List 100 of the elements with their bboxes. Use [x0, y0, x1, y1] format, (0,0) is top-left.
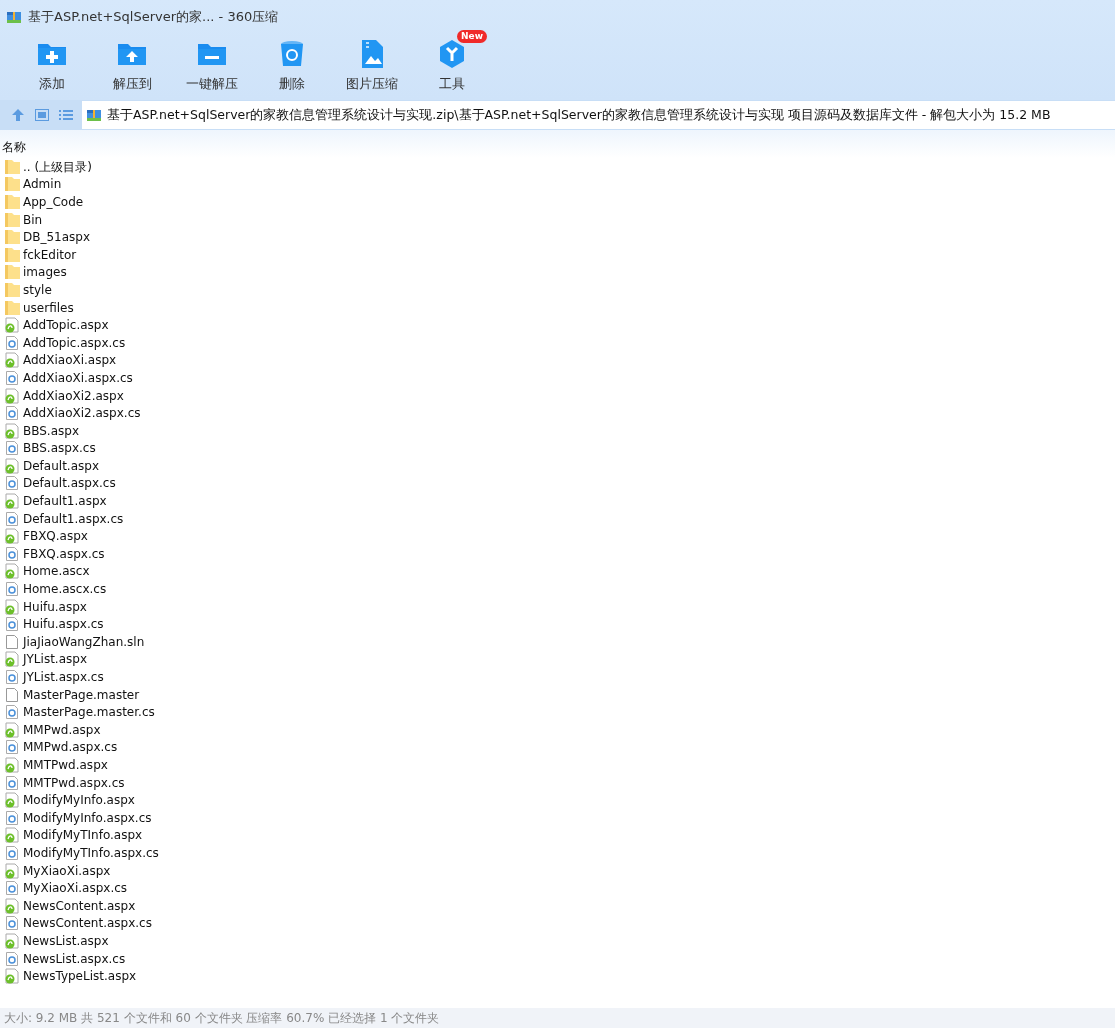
file-name[interactable]: Bin — [23, 210, 43, 229]
file-name[interactable]: MMTPwd.aspx — [23, 756, 108, 774]
toolbar-button[interactable]: 图片压缩 — [332, 38, 412, 94]
file-name[interactable]: images — [23, 263, 67, 282]
code-file-icon — [4, 880, 20, 897]
file-name[interactable]: MMPwd.aspx — [23, 720, 101, 739]
toolbar-button[interactable]: 删除 — [252, 38, 332, 94]
file-name[interactable]: App_Code — [23, 193, 84, 211]
file-name[interactable]: FBXQ.aspx — [23, 527, 88, 546]
toolbar-button[interactable]: 添加 — [12, 38, 92, 94]
file-name[interactable]: DB_51aspx — [23, 228, 91, 247]
file-name[interactable]: NewsContent.aspx.cs — [23, 914, 152, 933]
column-header[interactable]: 名称 — [2, 140, 26, 154]
file-name[interactable]: MasterPage.master — [23, 685, 140, 704]
file-name[interactable]: NewsList.aspx — [23, 931, 109, 950]
file-name[interactable]: Home.ascx — [23, 562, 90, 581]
web-file-icon — [4, 792, 20, 809]
file-name[interactable]: AddXiaoXi2.aspx — [23, 386, 124, 405]
code-file-icon — [4, 739, 20, 756]
file-name[interactable]: MyXiaoXi.aspx.cs — [23, 879, 128, 898]
code-file-icon — [4, 915, 20, 932]
toolbar-button[interactable]: 一键解压 — [172, 38, 252, 94]
file-name[interactable]: .. (上级目录) — [23, 157, 92, 176]
folder-icon — [4, 281, 20, 298]
file-name[interactable]: NewsContent.aspx — [23, 896, 136, 915]
file-name[interactable]: MMTPwd.aspx.cs — [23, 773, 125, 792]
web-file-icon — [4, 598, 20, 615]
code-file-icon — [4, 545, 20, 562]
code-file-icon — [4, 809, 20, 826]
file-name[interactable]: userfiles — [23, 298, 74, 317]
code-file-icon — [4, 334, 20, 351]
file-name[interactable]: AddTopic.aspx.cs — [23, 333, 126, 352]
address-field[interactable]: 基于ASP.net+SqlServer的家教信息管理系统设计与实现.zip\基于ASP.net+SqlServer的家教信息管理系统设计与实现 项目源码及数据库文件 - 解包大小为 15.2 MB — [82, 101, 1115, 129]
code-file-icon — [4, 774, 20, 791]
thumbnail-view-icon[interactable] — [34, 107, 50, 123]
up-arrow-icon[interactable] — [10, 107, 26, 123]
code-file-icon — [4, 405, 20, 422]
file-name[interactable]: Admin — [23, 175, 62, 194]
status-text: 大小: 9.2 MB 共 521 个文件和 60 个文件夹 压缩率 60.7% 已经选择 1 个文件夹 — [4, 1011, 440, 1025]
web-file-icon — [4, 932, 20, 949]
file-name[interactable]: FBXQ.aspx.cs — [23, 544, 105, 563]
file-name[interactable]: MyXiaoXi.aspx — [23, 861, 111, 880]
file-name[interactable]: Huifu.aspx — [23, 597, 87, 616]
archive-icon — [6, 9, 22, 25]
new-badge: New — [457, 30, 487, 43]
folder-icon — [4, 194, 20, 210]
web-file-icon — [4, 563, 20, 580]
file-name[interactable]: JYList.aspx.cs — [23, 668, 104, 686]
file-icon — [4, 633, 20, 650]
code-file-icon — [4, 440, 20, 457]
web-file-icon — [4, 352, 20, 369]
web-file-icon — [4, 422, 20, 439]
web-file-icon — [4, 827, 20, 844]
file-name[interactable]: BBS.aspx.cs — [23, 439, 96, 458]
file-name[interactable]: ModifyMyTInfo.aspx.cs — [23, 843, 159, 862]
file-name[interactable]: NewsList.aspx.cs — [23, 949, 126, 968]
file-name[interactable]: AddXiaoXi.aspx — [23, 351, 117, 370]
folder-icon — [4, 299, 20, 316]
web-file-icon — [4, 528, 20, 545]
file-name[interactable]: Huifu.aspx.cs — [23, 615, 104, 634]
file-name[interactable]: AddXiaoXi2.aspx.cs — [23, 404, 141, 423]
code-file-icon — [4, 510, 20, 527]
file-name[interactable]: ModifyMyInfo.aspx.cs — [23, 808, 152, 827]
file-icon — [4, 686, 20, 703]
window-title: 基于ASP.net+SqlServer的家... - 360压缩 — [28, 8, 279, 27]
toolbar-button[interactable]: 解压到 — [92, 38, 172, 94]
code-file-icon — [4, 844, 20, 861]
file-name[interactable]: fckEditor — [23, 245, 77, 264]
folder-icon — [4, 211, 20, 228]
file-name[interactable]: BBS.aspx — [23, 421, 79, 440]
web-file-icon — [4, 317, 20, 334]
file-name[interactable]: Home.ascx.cs — [23, 580, 107, 599]
file-name[interactable]: JYList.aspx — [23, 650, 87, 669]
file-name[interactable]: AddTopic.aspx — [23, 316, 109, 335]
list-view-icon[interactable] — [58, 107, 74, 123]
file-name[interactable]: Default.aspx — [23, 456, 99, 475]
web-file-icon — [4, 968, 20, 985]
file-name[interactable]: NewsTypeList.aspx — [23, 967, 137, 986]
folder-icon — [4, 264, 20, 281]
code-file-icon — [4, 475, 20, 492]
web-file-icon — [4, 757, 20, 773]
file-name[interactable]: MMPwd.aspx.cs — [23, 738, 118, 757]
file-name[interactable]: MasterPage.master.cs — [23, 703, 155, 722]
folder-icon — [4, 246, 20, 263]
web-file-icon — [4, 862, 20, 879]
file-name[interactable]: AddXiaoXi.aspx.cs — [23, 368, 133, 387]
file-name[interactable]: JiaJiaoWangZhan.sln — [23, 632, 145, 651]
file-name[interactable]: ModifyMyInfo.aspx — [23, 791, 135, 810]
code-file-icon — [4, 669, 20, 685]
folder-icon — [4, 158, 20, 175]
file-name[interactable]: Default1.aspx.cs — [23, 509, 124, 528]
file-name[interactable]: Default1.aspx — [23, 492, 107, 511]
web-file-icon — [4, 721, 20, 738]
folder-icon — [4, 176, 20, 193]
file-name[interactable]: ModifyMyTInfo.aspx — [23, 826, 143, 845]
web-file-icon — [4, 457, 20, 474]
code-file-icon — [4, 950, 20, 967]
file-name[interactable]: style — [23, 280, 52, 299]
file-name[interactable]: Default.aspx.cs — [23, 474, 116, 493]
code-file-icon — [4, 581, 20, 598]
